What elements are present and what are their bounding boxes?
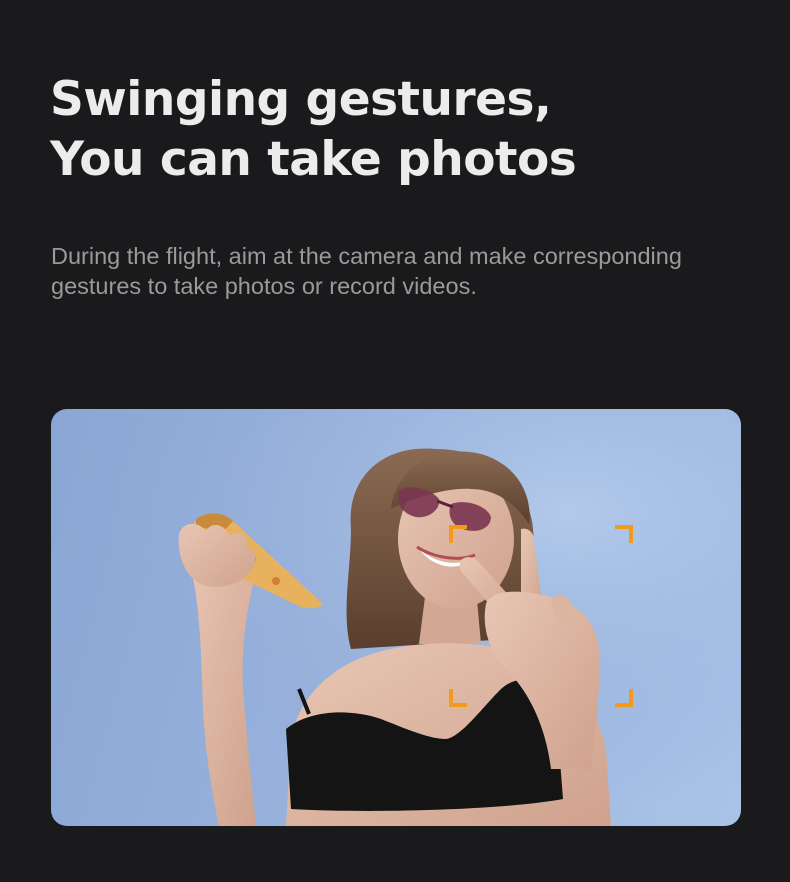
headline-line-2: You can take photos xyxy=(50,132,577,187)
page: Swinging gestures, You can take photos D… xyxy=(0,0,790,882)
focus-corner-top-left xyxy=(449,525,467,543)
gesture-focus-frame xyxy=(449,525,633,707)
focus-corner-top-right xyxy=(615,525,633,543)
headline-line-1: Swinging gestures, xyxy=(50,72,552,127)
photo-illustration xyxy=(51,409,741,826)
subtitle-line-2: gestures to take photos or record videos… xyxy=(51,273,477,299)
subtitle: During the flight, aim at the camera and… xyxy=(51,241,751,301)
gesture-photo xyxy=(51,409,741,826)
subtitle-line-1: During the flight, aim at the camera and… xyxy=(51,243,682,269)
focus-corner-bottom-right xyxy=(615,689,633,707)
headline: Swinging gestures, You can take photos xyxy=(50,70,750,190)
focus-corner-bottom-left xyxy=(449,689,467,707)
